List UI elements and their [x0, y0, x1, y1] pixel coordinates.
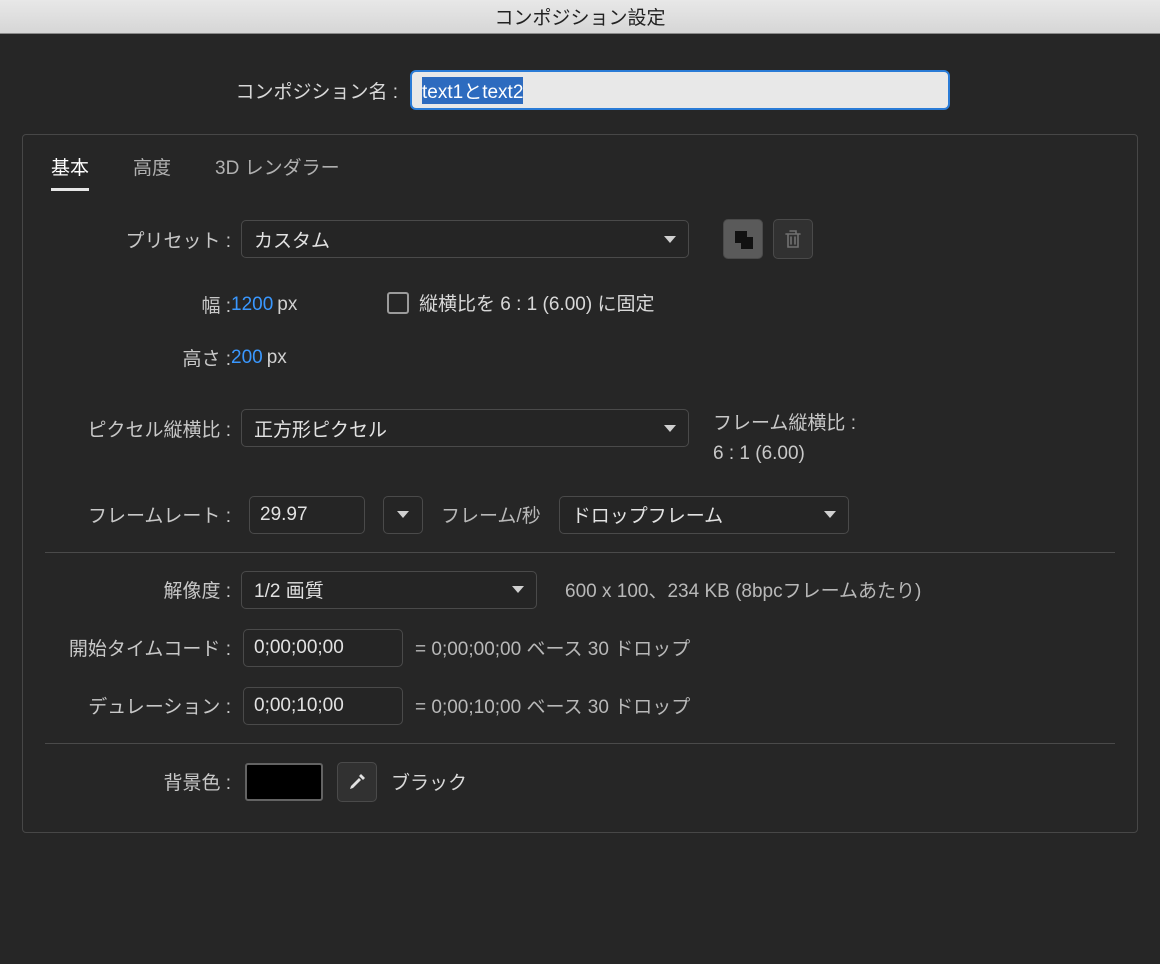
eyedropper-icon: [347, 772, 367, 792]
save-preset-button[interactable]: [723, 219, 763, 259]
tabs: 基本 高度 3D レンダラー: [23, 135, 1137, 201]
save-preset-icon: [733, 229, 753, 249]
preset-dropdown-value: カスタム: [254, 226, 330, 253]
framerate-label: フレームレート :: [23, 501, 231, 528]
bgcolor-name: ブラック: [391, 768, 467, 795]
divider: [45, 743, 1115, 744]
resolution-value: 1/2 画質: [254, 576, 324, 603]
tab-basic[interactable]: 基本: [51, 153, 89, 191]
chevron-down-icon: [512, 586, 524, 593]
framerate-unit: フレーム/秒: [441, 501, 541, 528]
frame-aspect-label: フレーム縦横比 :: [713, 409, 856, 439]
dialog-title: コンポジション設定: [494, 3, 665, 30]
width-unit: px: [277, 294, 297, 315]
duration-input[interactable]: 0;00;10;00: [243, 687, 403, 725]
framerate-stepper[interactable]: [383, 496, 423, 534]
settings-panel: 基本 高度 3D レンダラー プリセット : カスタム: [22, 134, 1138, 833]
pixel-aspect-dropdown[interactable]: 正方形ピクセル: [241, 409, 689, 447]
resolution-label: 解像度 :: [23, 576, 231, 603]
frame-aspect-value: 6 : 1 (6.00): [713, 439, 856, 469]
preset-dropdown[interactable]: カスタム: [241, 220, 689, 258]
framerate-input[interactable]: 29.97: [249, 496, 365, 534]
chevron-down-icon: [664, 236, 676, 243]
height-label: 高さ :: [23, 344, 231, 371]
pixel-aspect-label: ピクセル縦横比 :: [23, 409, 231, 442]
bgcolor-label: 背景色 :: [23, 768, 231, 795]
resolution-dropdown[interactable]: 1/2 画質: [241, 571, 537, 609]
dropframe-value: ドロップフレーム: [572, 501, 723, 528]
lock-aspect-label: 縦横比を 6 : 1 (6.00) に固定: [419, 289, 654, 316]
delete-preset-button: [773, 219, 813, 259]
chevron-down-icon: [824, 511, 836, 518]
lock-aspect-checkbox[interactable]: [387, 292, 409, 314]
start-timecode-label: 開始タイムコード :: [23, 634, 231, 661]
composition-name-input[interactable]: [410, 70, 950, 110]
chevron-down-icon: [397, 511, 409, 518]
height-value[interactable]: 200: [231, 347, 263, 368]
eyedropper-button[interactable]: [337, 762, 377, 802]
chevron-down-icon: [664, 425, 676, 432]
bgcolor-swatch[interactable]: [245, 763, 323, 801]
start-timecode-info: = 0;00;00;00 ベース 30 ドロップ: [415, 634, 690, 661]
width-value[interactable]: 1200: [231, 294, 273, 315]
duration-info: = 0;00;10;00 ベース 30 ドロップ: [415, 692, 690, 719]
pixel-aspect-value: 正方形ピクセル: [254, 415, 387, 442]
start-timecode-input[interactable]: 0;00;00;00: [243, 629, 403, 667]
tab-advanced[interactable]: 高度: [133, 153, 171, 191]
resolution-info: 600 x 100、234 KB (8bpcフレームあたり): [565, 576, 921, 603]
trash-icon: [784, 229, 802, 249]
preset-label: プリセット :: [23, 226, 231, 253]
titlebar: コンポジション設定: [0, 0, 1160, 34]
duration-label: デュレーション :: [23, 692, 231, 719]
width-label: 幅 :: [23, 291, 231, 318]
divider: [45, 552, 1115, 553]
dropframe-dropdown[interactable]: ドロップフレーム: [559, 496, 849, 534]
composition-name-label: コンポジション名 :: [0, 77, 398, 104]
tab-3d-renderer[interactable]: 3D レンダラー: [215, 153, 340, 191]
height-unit: px: [267, 347, 287, 368]
